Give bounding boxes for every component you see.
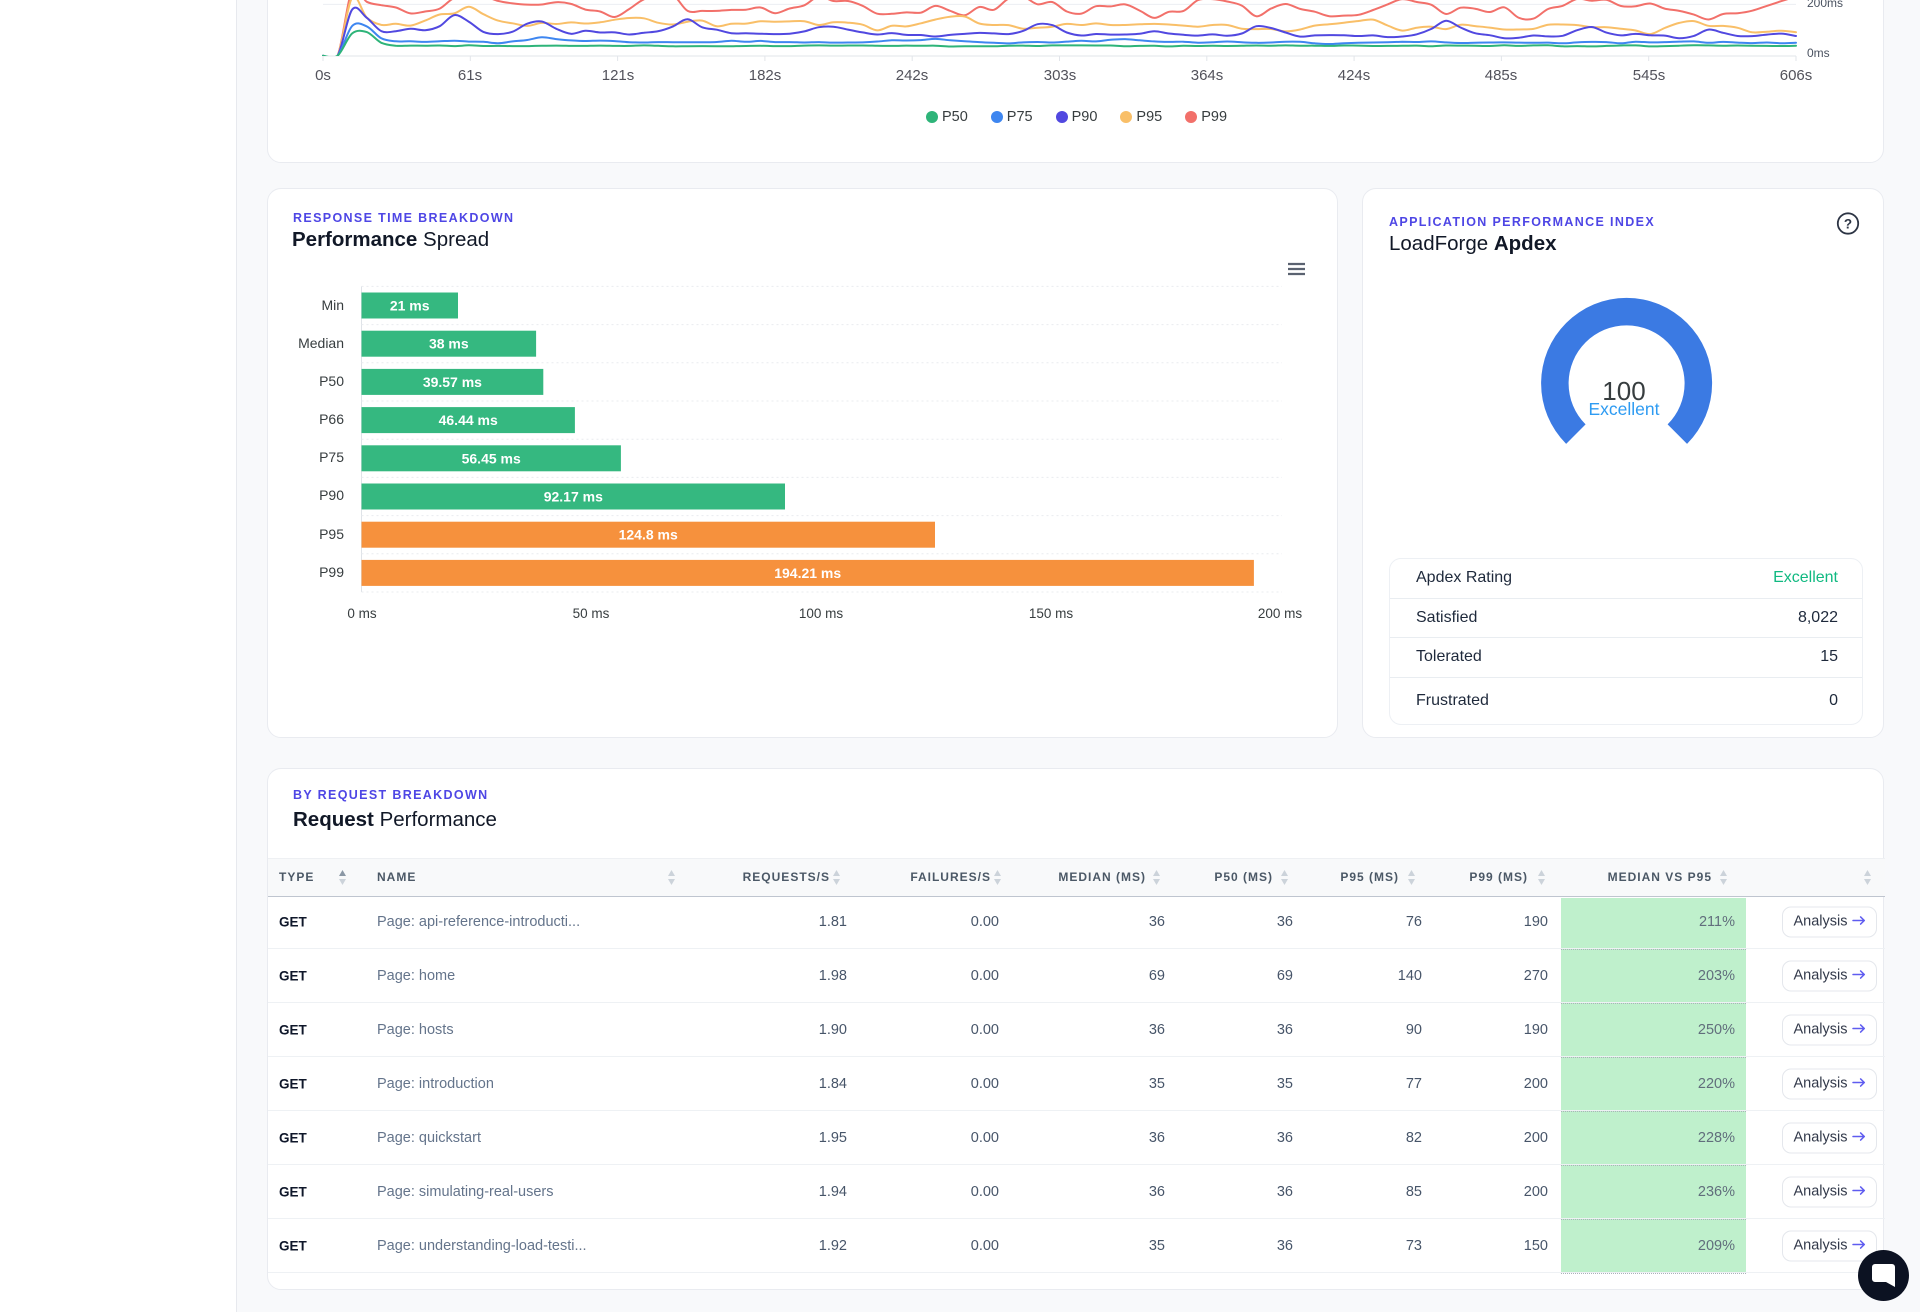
svg-text:21 ms: 21 ms	[390, 298, 430, 314]
svg-text:?: ?	[1844, 217, 1852, 232]
svg-text:92.17 ms: 92.17 ms	[544, 489, 603, 505]
svg-text:56.45 ms: 56.45 ms	[462, 450, 521, 466]
svg-text:194.21 ms: 194.21 ms	[774, 565, 841, 581]
svg-text:46.44 ms: 46.44 ms	[439, 412, 498, 428]
svg-text:38 ms: 38 ms	[429, 336, 469, 352]
svg-text:39.57 ms: 39.57 ms	[423, 374, 482, 390]
svg-text:124.8 ms: 124.8 ms	[619, 527, 678, 543]
